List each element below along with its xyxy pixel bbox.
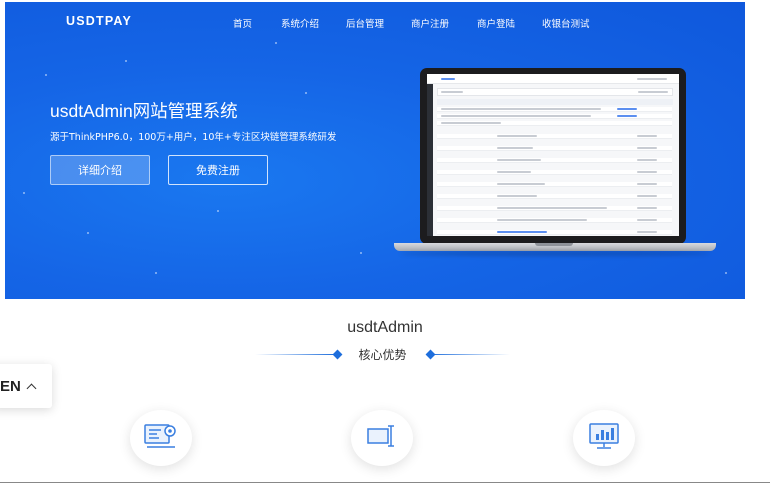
chevron-up-icon: [26, 383, 37, 394]
preview-topbar: [427, 74, 679, 84]
language-label: EN: [0, 377, 21, 395]
code-settings-icon: [143, 421, 179, 455]
sparkle: [217, 210, 219, 212]
preview-row: [437, 158, 672, 163]
sparkle: [87, 232, 89, 234]
detail-intro-button[interactable]: 详细介绍: [50, 155, 150, 185]
language-switcher[interactable]: EN: [0, 364, 52, 408]
section-subtitle-row: 核心优势: [255, 345, 510, 365]
preview-sidebar: [427, 84, 433, 236]
sparkle: [45, 74, 47, 76]
monitor-chart-icon: [586, 421, 622, 455]
sparkle: [125, 60, 127, 62]
preview-row: [437, 146, 672, 151]
nav-admin[interactable]: 后台管理: [346, 16, 384, 30]
preview-row: [437, 230, 672, 235]
nav-merchant-login[interactable]: 商户登陆: [477, 16, 515, 30]
sparkle: [360, 252, 362, 254]
preview-row: [437, 206, 672, 211]
sparkle: [725, 272, 727, 274]
laptop-screen: [420, 68, 686, 244]
preview-row: [437, 121, 672, 126]
admin-preview: [427, 74, 679, 236]
preview-row: [437, 218, 672, 223]
laptop-shadow: [400, 251, 710, 256]
sparkle: [305, 92, 307, 94]
feature-circle: [351, 410, 413, 466]
preview-filter-bar: [437, 88, 673, 96]
bottom-divider: [0, 482, 770, 483]
nav-cashier-test[interactable]: 收银台测试: [542, 16, 590, 30]
sparkle: [275, 42, 277, 44]
feature-circle: [573, 410, 635, 466]
divider-right: [430, 354, 510, 355]
preview-row: [437, 170, 672, 175]
feature-circle: [130, 410, 192, 466]
section-title: usdtAdmin: [347, 319, 423, 336]
nav-merchant-register[interactable]: 商户注册: [411, 16, 449, 30]
free-register-button[interactable]: 免费注册: [168, 155, 268, 185]
preview-row: [437, 114, 672, 119]
nav-system-intro[interactable]: 系统介绍: [281, 16, 319, 30]
sparkle: [155, 272, 157, 274]
laptop-notch: [535, 243, 573, 246]
hero-banner: USDTPAY 首页 系统介绍 后台管理 商户注册 商户登陆 收银台测试 usd…: [5, 2, 745, 299]
hero-title: usdtAdmin网站管理系统: [50, 101, 238, 121]
hero-subtitle: 源于ThinkPHP6.0，100万+用户，10年+专注区块链管理系统研发: [50, 132, 337, 143]
page: USDTPAY 首页 系统介绍 后台管理 商户注册 商户登陆 收银台测试 usd…: [0, 0, 770, 485]
nav-home[interactable]: 首页: [233, 16, 252, 30]
laptop-mockup: [390, 68, 720, 258]
section-subtitle: 核心优势: [358, 348, 407, 362]
sparkle: [23, 192, 25, 194]
preview-table-header: [437, 99, 673, 105]
preview-row: [437, 107, 672, 112]
text-cursor-icon: [364, 421, 400, 455]
main-nav: 首页 系统介绍 后台管理 商户注册 商户登陆 收银台测试: [5, 16, 745, 32]
preview-row: [437, 134, 672, 139]
preview-row: [437, 182, 672, 187]
preview-row: [437, 194, 672, 199]
